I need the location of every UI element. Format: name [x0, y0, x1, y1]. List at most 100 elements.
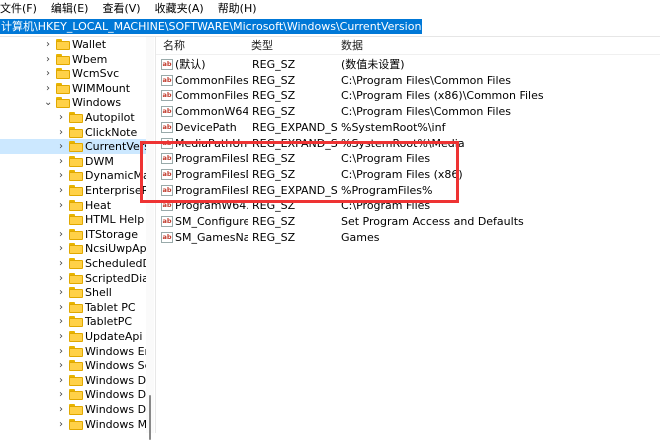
value-name: SM_GamesName [175, 230, 248, 244]
tree-item-label: UpdateApi [85, 330, 143, 343]
tree-item[interactable]: › Windows Defender [0, 373, 146, 388]
folder-icon [69, 258, 83, 269]
registry-value-row[interactable]: abCommonFilesDir REG_SZ C:\Program Files\C… [156, 73, 660, 88]
tree-item-label: ClickNote [85, 125, 138, 139]
tree-item[interactable]: HTML Help [0, 212, 146, 227]
chevron-right-icon[interactable]: › [57, 329, 65, 344]
registry-value-row[interactable]: abCommonW6432Dir REG_SZ C:\Program Files\C… [156, 104, 660, 119]
chevron-right-icon[interactable]: › [44, 81, 52, 96]
registry-value-row[interactable]: abSM_ConfigureProgramsName REG_SZ Set Prog… [156, 214, 660, 229]
chevron-right-icon[interactable]: › [57, 358, 65, 373]
tree-item-label: Windows [72, 96, 122, 110]
column-name[interactable]: 名称 [160, 37, 248, 54]
tree-item[interactable]: › NcsiUwpApp [0, 241, 146, 256]
tree-item[interactable]: › WcmSvc [0, 66, 146, 81]
menu-item[interactable]: 帮助(H) [211, 0, 264, 17]
tree-item[interactable]: › UpdateApi [0, 329, 146, 344]
folder-icon [69, 287, 83, 299]
tree-item[interactable]: › Shell [0, 285, 146, 300]
tree-item[interactable]: › Windows Mail [0, 417, 146, 432]
tree-item[interactable]: › Windows Error Reporting [0, 344, 146, 359]
chevron-right-icon[interactable]: › [44, 52, 52, 67]
chevron-right-icon[interactable]: › [57, 300, 65, 315]
tree-item[interactable]: › DWM [0, 154, 146, 169]
value-name: CommonW6432Dir [175, 105, 248, 119]
registry-value-row[interactable]: abCommonFilesDir (x86) REG_SZ C:\Program F… [156, 88, 660, 103]
folder-icon [69, 228, 83, 240]
folder-icon [69, 112, 83, 123]
registry-value-row[interactable]: abSM_GamesName REG_SZ Games [156, 230, 660, 245]
menu-item[interactable]: 查看(V) [95, 0, 147, 17]
tree-item[interactable]: › Tablet PC [0, 300, 146, 315]
address-path[interactable]: 计算机\HKEY_LOCAL_MACHINE\SOFTWARE\Microsof… [0, 19, 423, 34]
tree-item[interactable]: › ScriptedDiagnostics [0, 271, 146, 286]
folder-icon [69, 243, 83, 255]
tree-scrollbar-thumb[interactable] [149, 395, 151, 440]
registry-value-row[interactable]: ab (默认) REG_SZ (数值未设置) [156, 57, 660, 72]
tree-item[interactable]: › Windows Desktop Search [0, 402, 146, 417]
folder-icon [69, 185, 83, 196]
value-type: REG_SZ [252, 73, 296, 87]
chevron-down-icon[interactable]: ⌄ [44, 95, 52, 110]
folder-icon [56, 39, 70, 50]
folder-icon [56, 97, 70, 109]
tree-item-label: CurrentVersion [85, 140, 146, 154]
tree-item[interactable]: › Wallet [0, 37, 146, 52]
menu-bar: 文件(F) 编辑(E) 查看(V) 收藏夹(A) 帮助(H) [0, 0, 660, 17]
tree-item[interactable]: › ITStorage [0, 227, 146, 242]
tree-item-label: Heat [85, 198, 112, 212]
tree-item[interactable]: › Windows Defender Security Center [0, 387, 146, 402]
tree-item[interactable]: › DynamicManager [0, 168, 146, 183]
chevron-right-icon[interactable]: › [44, 37, 52, 52]
tree-item[interactable]: › ClickNote [0, 125, 146, 140]
string-value-icon: ab [161, 231, 173, 243]
chevron-right-icon[interactable]: › [57, 183, 65, 198]
chevron-right-icon[interactable]: › [57, 154, 65, 169]
chevron-right-icon[interactable]: › [57, 110, 65, 125]
chevron-right-icon[interactable]: › [57, 271, 65, 286]
address-bar[interactable]: 计算机\HKEY_LOCAL_MACHINE\SOFTWARE\Microsof… [0, 17, 660, 37]
string-value-icon: ab [161, 121, 173, 133]
chevron-right-icon[interactable]: › [57, 344, 65, 359]
chevron-right-icon[interactable]: › [57, 373, 65, 388]
chevron-right-icon[interactable]: › [57, 402, 65, 417]
tree-item[interactable]: › WIMMount [0, 81, 146, 96]
tree-item[interactable]: › Heat [0, 198, 146, 213]
tree-scrollbar[interactable] [146, 37, 154, 440]
tree-item[interactable]: › Windows Search [0, 358, 146, 373]
tree-item-label: Windows Defender Security Center [85, 388, 146, 402]
folder-icon [56, 53, 70, 65]
registry-value-row[interactable]: ab DevicePath REG_EXPAND_SZ %SystemRoot%\in… [156, 120, 660, 135]
folder-icon [69, 155, 83, 167]
tree-item[interactable]: › TabletPC [0, 314, 146, 329]
menu-item[interactable]: 编辑(E) [44, 0, 96, 17]
chevron-right-icon[interactable]: › [57, 387, 65, 402]
value-name: CommonFilesDir [175, 73, 248, 87]
tree-item[interactable]: › Wbem [0, 52, 146, 67]
menu-item[interactable]: 收藏夹(A) [148, 0, 211, 17]
chevron-right-icon[interactable]: › [57, 285, 65, 300]
tree-item-label: EnterpriseResourceManager [85, 184, 146, 197]
chevron-right-icon[interactable]: › [57, 241, 65, 256]
chevron-right-icon[interactable]: › [57, 227, 65, 242]
chevron-right-icon[interactable]: › [57, 139, 65, 154]
tree-item[interactable]: › EnterpriseResourceManager [0, 183, 146, 198]
tree-item[interactable]: › Autopilot [0, 110, 146, 125]
tree-item-label: Tablet PC [85, 300, 136, 314]
chevron-right-icon[interactable]: › [44, 66, 52, 81]
tree-item[interactable]: › ScheduledDiagnostics [0, 256, 146, 271]
chevron-right-icon[interactable]: › [57, 198, 65, 213]
folder-icon [69, 404, 83, 415]
tree-item[interactable]: ⌄ Windows [0, 95, 146, 110]
menu-item[interactable]: 文件(F) [0, 0, 44, 17]
chevron-right-icon[interactable]: › [57, 125, 65, 140]
folder-icon [69, 126, 83, 138]
chevron-right-icon[interactable]: › [57, 314, 65, 329]
value-name: (默认) [175, 58, 206, 71]
chevron-right-icon[interactable]: › [57, 256, 65, 271]
chevron-right-icon[interactable]: › [57, 417, 65, 432]
chevron-right-icon[interactable]: › [57, 168, 65, 183]
column-data[interactable]: 数据 [338, 37, 538, 54]
column-type[interactable]: 类型 [248, 37, 338, 54]
tree-item[interactable]: › CurrentVersion [0, 139, 146, 155]
